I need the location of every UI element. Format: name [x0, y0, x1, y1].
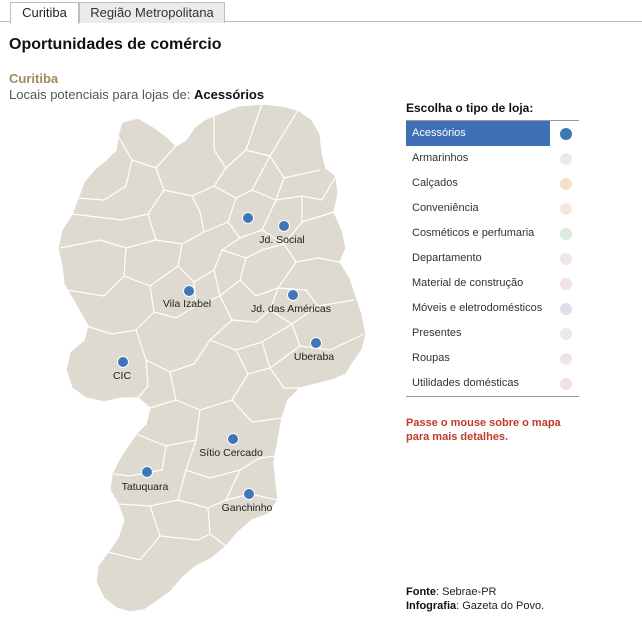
tab-bar: Curitiba Região Metropolitana: [0, 0, 642, 24]
tab-curitiba[interactable]: Curitiba: [10, 2, 79, 24]
store-type-label: Utilidades domésticas: [412, 377, 519, 389]
region-title: Curitiba: [9, 71, 59, 86]
marker-jd-das-americas-icon[interactable]: [287, 289, 299, 301]
marker-uberaba-icon[interactable]: [310, 337, 322, 349]
store-type-label: Cosméticos e perfumaria: [412, 227, 535, 239]
store-type-item[interactable]: Material de construção: [406, 271, 579, 296]
map-label-cic: CIC: [113, 370, 132, 382]
store-type-color-dot-icon: [560, 328, 572, 340]
tab-regiao-metropolitana[interactable]: Região Metropolitana: [79, 2, 225, 23]
store-type-label: Armarinhos: [412, 152, 469, 164]
map-label-uberaba: Uberaba: [294, 351, 334, 363]
store-type-label: Material de construção: [412, 277, 524, 289]
store-type-color-dot-icon: [560, 303, 572, 315]
store-type-item[interactable]: Acessórios: [406, 121, 572, 146]
map-label-jd-das-americas: Jd. das Américas: [251, 303, 331, 315]
map-label-vila-izabel: Vila Izabel: [163, 298, 211, 310]
store-type-label: Acessórios: [412, 127, 466, 139]
store-type-item[interactable]: Calçados: [406, 171, 579, 196]
store-type-item[interactable]: Departamento: [406, 246, 579, 271]
store-type-label: Departamento: [412, 252, 482, 264]
store-type-item[interactable]: Cosméticos e perfumaria: [406, 221, 579, 246]
store-type-list: Acessórios Armarinhos Calçados Conveniência…: [406, 120, 579, 397]
store-type-item[interactable]: Móveis e eletrodomésticos: [406, 296, 579, 321]
graphic-credit: Infografia: Gazeta do Povo.: [406, 599, 544, 613]
store-type-color-dot-icon: [560, 228, 572, 240]
marker-vila-izabel-icon[interactable]: [183, 285, 195, 297]
marker-unnamed-icon[interactable]: [242, 212, 254, 224]
store-type-item[interactable]: Conveniência: [406, 196, 579, 221]
store-type-label: Presentes: [412, 327, 462, 339]
store-type-color-dot-icon: [560, 278, 572, 290]
marker-sitio-cercado-icon[interactable]: [227, 433, 239, 445]
map-label-jd-social: Jd. Social: [259, 234, 305, 246]
page-title: Oportunidades de comércio: [9, 36, 222, 53]
store-type-item[interactable]: Utilidades domésticas: [406, 371, 579, 396]
store-type-color-dot-icon: [560, 253, 572, 265]
graphic-value: : Gazeta do Povo.: [456, 600, 545, 612]
store-type-color-dot-icon: [560, 353, 572, 365]
store-type-label: Conveniência: [412, 202, 479, 214]
marker-jd-social-icon[interactable]: [278, 220, 290, 232]
source-label: Fonte: [406, 586, 436, 598]
store-type-color-dot-icon: [560, 178, 572, 190]
store-type-item[interactable]: Roupas: [406, 346, 579, 371]
source-value: : Sebrae-PR: [435, 586, 497, 598]
map-label-sitio-cercado: Sítio Cercado: [199, 447, 263, 459]
marker-ganchinho-icon[interactable]: [243, 488, 255, 500]
marker-tatuquara-icon[interactable]: [141, 466, 153, 478]
store-type-chooser-title: Escolha o tipo de loja:: [406, 101, 534, 115]
hover-hint: Passe o mouse sobre o mapa para mais det…: [406, 417, 561, 443]
map-label-tatuquara: Tatuquara: [122, 481, 169, 493]
source-credit: Fonte: Sebrae-PR: [406, 585, 544, 599]
marker-cic-icon[interactable]: [117, 356, 129, 368]
store-type-item[interactable]: Armarinhos: [406, 146, 579, 171]
store-type-color-dot-icon: [560, 203, 572, 215]
store-type-item[interactable]: Presentes: [406, 321, 579, 346]
store-type-label: Calçados: [412, 177, 458, 189]
graphic-label: Infografia: [406, 600, 457, 612]
store-type-color-dot-icon: [560, 128, 572, 140]
store-type-color-dot-icon: [560, 153, 572, 165]
store-type-label: Móveis e eletrodomésticos: [412, 302, 543, 314]
store-type-label: Roupas: [412, 352, 450, 364]
curitiba-map[interactable]: Jd. Social Vila Izabel Jd. das Américas Ube…: [0, 100, 400, 620]
credits: Fonte: Sebrae-PR Infografia: Gazeta do P…: [406, 585, 544, 613]
map-label-ganchinho: Ganchinho: [222, 502, 273, 514]
store-type-color-dot-icon: [560, 378, 572, 390]
